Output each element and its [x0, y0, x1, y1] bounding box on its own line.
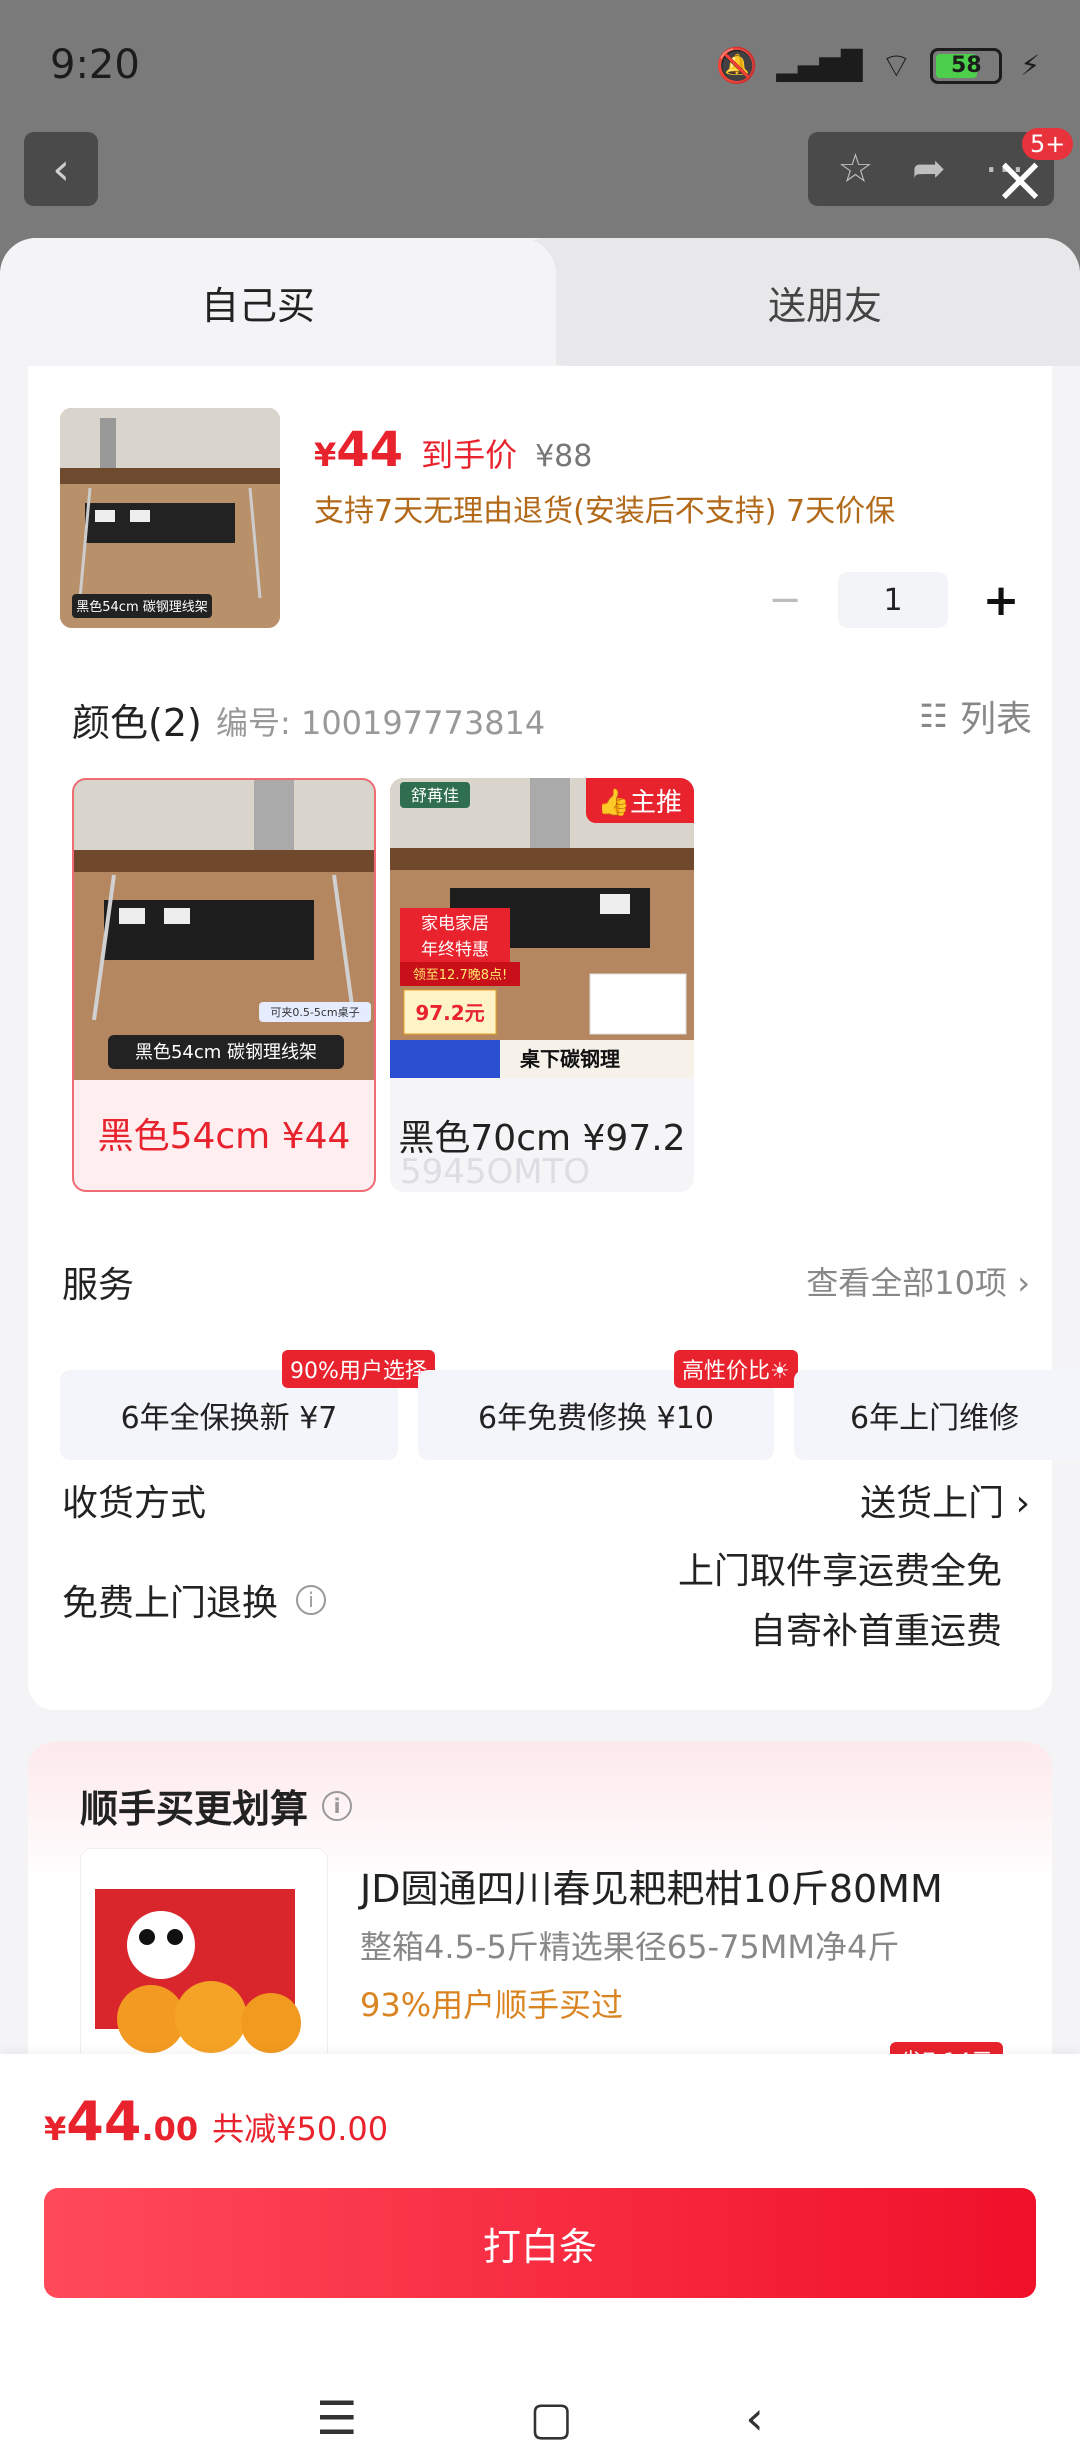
deal-price-label: 到手价	[421, 436, 518, 474]
wifi-icon: ⌔	[880, 46, 913, 86]
thumb-caption: 黑色54cm 碳钢理线架	[76, 599, 208, 615]
returns-label: 免费上门退换	[62, 1583, 279, 1624]
promo-price-box: 97.2元	[415, 1001, 484, 1025]
total-price: ¥ 44 .00 共减¥50.00	[44, 2090, 389, 2153]
battery-level: 58	[951, 53, 982, 78]
shipping-header: 收货方式	[62, 1483, 207, 1524]
variant-option-70cm[interactable]: 👍主推 舒苒佳 家电家居 年终特惠 领至12.7晚8点! 97.2元 桌下碳钢理…	[390, 778, 694, 1192]
recommendation-title: 顺手买更划算	[80, 1787, 309, 1831]
star-icon[interactable]: ☆	[837, 146, 873, 192]
info-icon[interactable]: i	[322, 1790, 353, 1821]
total-saved: 共减¥50.00	[212, 2110, 389, 2148]
service-chip-label: 6年免费修换 ¥10	[478, 1401, 714, 1436]
list-icon: ☷	[919, 697, 948, 735]
signal-icon: ▂▄▆█	[776, 49, 863, 82]
qty-plus-button[interactable]: +	[976, 575, 1026, 626]
variant-label: 黑色54cm ¥44	[97, 1116, 351, 1157]
shipping-method[interactable]: 送货上门 ›	[860, 1474, 1030, 1526]
brand-text: 舒苒佳	[411, 786, 459, 805]
back-button[interactable]: ‹	[24, 132, 98, 206]
price-row: ¥44 到手价 ¥88	[314, 422, 592, 478]
close-icon[interactable]: ×	[990, 148, 1050, 212]
system-nav-bar: ☰ ▢ ‹	[0, 2376, 1080, 2460]
returns-line-2: 自寄补首重运费	[749, 1611, 1002, 1652]
status-time: 9:20	[50, 42, 140, 88]
services-header: 服务	[62, 1265, 135, 1306]
recommendation-product-sub: 整箱4.5-5斤精选果径65-75MM净4斤	[360, 1928, 900, 1966]
list-view-toggle[interactable]: ☷ 列表	[919, 690, 1032, 742]
battery-icon: 58	[930, 47, 1003, 84]
promo-line-3: 领至12.7晚8点!	[413, 968, 507, 983]
checkout-bar: ¥ 44 .00 共减¥50.00 打白条 ☰ ▢ ‹	[0, 2054, 1080, 2460]
qty-minus-button[interactable]: −	[760, 577, 810, 623]
deal-price: ¥44	[314, 422, 404, 478]
variant-caption: 黑色54cm 碳钢理线架	[135, 1042, 317, 1063]
recommendation-header: 顺手买更划算 i	[80, 1778, 353, 1833]
tab-buy-self[interactable]: 自己买	[0, 238, 556, 366]
recommendation-product-title[interactable]: JD圆通四川春见耙耙柑10斤80MM	[360, 1858, 943, 1913]
services-view-all[interactable]: 查看全部10项 ›	[806, 1258, 1030, 1304]
product-thumbnail: 黑色54cm 碳钢理线架	[60, 408, 280, 628]
service-chip-label: 6年上门维修	[850, 1401, 1020, 1436]
variant-caption: 桌下碳钢理	[520, 1047, 620, 1071]
pay-baitiao-button[interactable]: 打白条	[44, 2188, 1036, 2298]
service-chip-onsite[interactable]: 6年上门维修	[794, 1370, 1080, 1460]
menu-icon[interactable]: ☰	[316, 2391, 357, 2445]
charging-icon: ⚡	[1020, 49, 1040, 82]
main-card: 黑色54cm 碳钢理线架 ¥44 到手价 ¥88 支持7天无理由退货(安装后不支…	[28, 366, 1080, 1710]
service-chip-label: 6年全保换新 ¥7	[120, 1401, 338, 1436]
tab-send-friend[interactable]: 送朋友	[510, 238, 1080, 366]
status-bar: 9:20 🔕 ▂▄▆█ ⌔ 58 ⚡	[0, 0, 1080, 130]
original-price: ¥88	[535, 439, 593, 474]
quantity-stepper: − 1 +	[760, 572, 1026, 628]
home-icon[interactable]: ▢	[530, 2391, 573, 2445]
mute-icon: 🔕	[715, 45, 759, 86]
service-guarantee: 支持7天无理由退货(安装后不支持) 7天价保	[314, 494, 896, 529]
variant-image: 可夹0.5-5cm桌子 黑色54cm 碳钢理线架	[74, 780, 374, 1080]
recommendation-card: 顺手买更划算 i JD圆通四川春见耙耙柑10斤80MM 整箱4.5-5斤精选果径…	[28, 1742, 1052, 2102]
list-label: 列表	[959, 699, 1032, 740]
share-icon[interactable]: ➦	[912, 146, 946, 192]
promo-line-2: 年终特惠	[421, 940, 489, 960]
service-badge-value: 高性价比☀	[674, 1350, 798, 1388]
variant-image: 舒苒佳 家电家居 年终特惠 领至12.7晚8点! 97.2元 桌下碳钢理	[390, 778, 694, 1078]
returns-header: 免费上门退换 i	[62, 1574, 327, 1626]
returns-line-1: 上门取件享运费全免	[677, 1551, 1002, 1592]
back-icon[interactable]: ‹	[745, 2391, 763, 2445]
qty-input[interactable]: 1	[838, 572, 948, 628]
color-header: 颜色(2)	[72, 701, 202, 745]
services-row: 6年全保换新 ¥7 90%用户选择 6年免费修换 ¥10 高性价比☀ 6年上门维…	[60, 1350, 1080, 1460]
sku-number: 编号: 100197773814	[216, 704, 546, 742]
variant-note: 可夹0.5-5cm桌子	[270, 1006, 359, 1019]
chevron-left-icon: ‹	[52, 143, 70, 195]
service-badge-popular: 90%用户选择	[282, 1350, 435, 1388]
variant-option-54cm[interactable]: 可夹0.5-5cm桌子 黑色54cm 碳钢理线架 黑色54cm ¥44	[72, 778, 376, 1192]
recommendation-stat: 93%用户顺手买过	[360, 1986, 624, 2024]
status-icons: 🔕 ▂▄▆█ ⌔ 58 ⚡	[716, 44, 1040, 87]
featured-badge: 👍主推	[585, 778, 694, 823]
watermark-text: 5945OMTO	[400, 1152, 591, 1192]
info-icon[interactable]: i	[296, 1585, 327, 1615]
promo-line-1: 家电家居	[421, 914, 489, 934]
